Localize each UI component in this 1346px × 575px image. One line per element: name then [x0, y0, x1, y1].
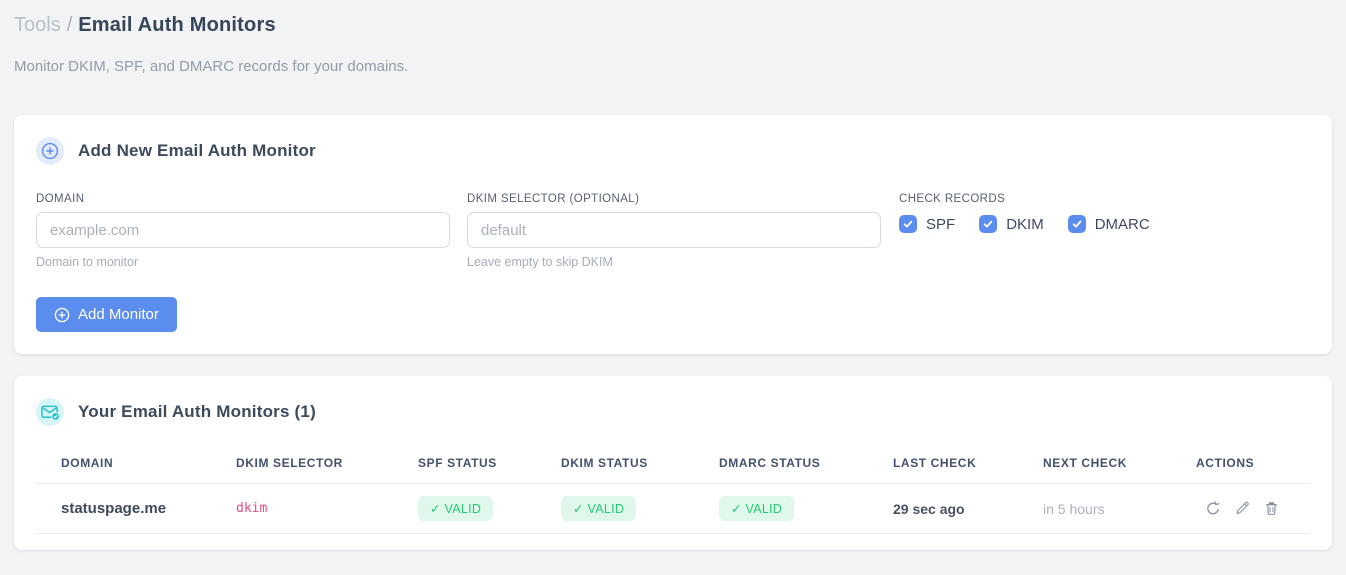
check-records-label: CHECK RECORDS [899, 193, 1006, 205]
page-subtitle: Monitor DKIM, SPF, and DMARC records for… [14, 58, 409, 75]
dkim-selector-field-group: DKIM SELECTOR (OPTIONAL) Leave empty to … [467, 193, 881, 269]
monitor-next-check: in 5 hours [1043, 500, 1105, 517]
dmarc-checkbox-item[interactable]: DMARC [1067, 215, 1150, 233]
dmarc-status-badge: ✓ VALID [719, 496, 795, 521]
domain-field-helper: Domain to monitor [36, 255, 139, 269]
dkim-selector-field-helper: Leave empty to skip DKIM [467, 255, 613, 269]
dkim-status-badge: ✓ VALID [561, 496, 637, 521]
spf-checkbox-checked-icon[interactable] [899, 215, 917, 233]
column-header-dkim-selector: DKIM SELECTOR [236, 456, 343, 470]
table-row: statuspage.me dkim ✓ VALID ✓ VALID ✓ VAL… [36, 484, 1310, 534]
add-monitor-button[interactable]: Add Monitor [36, 297, 177, 332]
dkim-selector-field-label: DKIM SELECTOR (OPTIONAL) [467, 193, 640, 205]
monitor-last-check: 29 sec ago [893, 500, 965, 517]
monitors-table-header: DOMAIN DKIM SELECTOR SPF STATUS DKIM STA… [36, 446, 1310, 484]
column-header-spf-status: SPF STATUS [418, 456, 497, 470]
trash-icon [1265, 502, 1277, 515]
monitors-card-header: Your Email Auth Monitors (1) [36, 398, 1310, 426]
column-header-dmarc-status: DMARC STATUS [719, 456, 821, 470]
add-monitor-card-header: Add New Email Auth Monitor [36, 137, 1310, 165]
dkim-status-cell: ✓ VALID [561, 496, 719, 521]
monitor-domain: statuspage.me [61, 500, 167, 517]
domain-field-label: DOMAIN [36, 193, 85, 205]
add-monitor-button-label: Add Monitor [78, 306, 159, 323]
dkim-checkbox-checked-icon[interactable] [979, 215, 998, 233]
envelope-check-icon [36, 398, 64, 426]
dmarc-status-cell: ✓ VALID [719, 496, 893, 521]
edit-button[interactable] [1234, 501, 1250, 517]
refresh-icon [1207, 500, 1220, 514]
dkim-checkbox-label: DKIM [1006, 215, 1044, 233]
add-monitor-card-title: Add New Email Auth Monitor [78, 141, 316, 160]
monitors-card: Your Email Auth Monitors (1) DOMAIN DKIM… [14, 376, 1332, 550]
pencil-icon [1236, 501, 1249, 515]
spf-status-badge: ✓ VALID [418, 496, 494, 521]
refresh-button[interactable] [1205, 500, 1221, 517]
plus-circle-icon [54, 307, 70, 323]
delete-button[interactable] [1263, 501, 1279, 517]
column-header-last-check: LAST CHECK [893, 456, 977, 470]
email-auth-monitors-page: Tools / Email Auth Monitors Monitor DKIM, … [0, 0, 1346, 550]
check-records-options: SPF DKIM DMARC [899, 215, 1150, 233]
column-header-domain: DOMAIN [61, 456, 114, 470]
check-records-group: CHECK RECORDS SPF DKIM DMARC [899, 193, 1150, 233]
dmarc-checkbox-checked-icon[interactable] [1067, 215, 1086, 233]
monitor-dkim-selector: dkim [236, 501, 268, 516]
column-header-next-check: NEXT CHECK [1043, 456, 1128, 470]
domain-input[interactable] [36, 212, 450, 248]
add-monitor-card: Add New Email Auth Monitor DOMAIN Domain… [14, 115, 1332, 354]
spf-status-cell: ✓ VALID [418, 496, 561, 521]
row-actions [1196, 500, 1310, 517]
monitors-card-title: Your Email Auth Monitors (1) [78, 402, 316, 421]
spf-checkbox-label: SPF [926, 215, 956, 233]
monitors-table: DOMAIN DKIM SELECTOR SPF STATUS DKIM STA… [36, 446, 1310, 534]
dmarc-checkbox-label: DMARC [1094, 215, 1150, 233]
dkim-selector-input[interactable] [467, 212, 881, 248]
breadcrumb-separator: / [66, 14, 73, 36]
breadcrumb-tools-link[interactable]: Tools [14, 14, 61, 36]
dkim-checkbox-item[interactable]: DKIM [979, 215, 1044, 233]
plus-circle-icon [36, 137, 64, 165]
column-header-actions: ACTIONS [1196, 456, 1255, 470]
add-monitor-form: DOMAIN Domain to monitor DKIM SELECTOR (… [36, 193, 1310, 269]
domain-field-group: DOMAIN Domain to monitor [36, 193, 450, 269]
column-header-dkim-status: DKIM STATUS [561, 456, 648, 470]
breadcrumb: Tools / Email Auth Monitors [14, 12, 1332, 38]
spf-checkbox-item[interactable]: SPF [899, 215, 955, 233]
page-title: Email Auth Monitors [78, 14, 276, 36]
